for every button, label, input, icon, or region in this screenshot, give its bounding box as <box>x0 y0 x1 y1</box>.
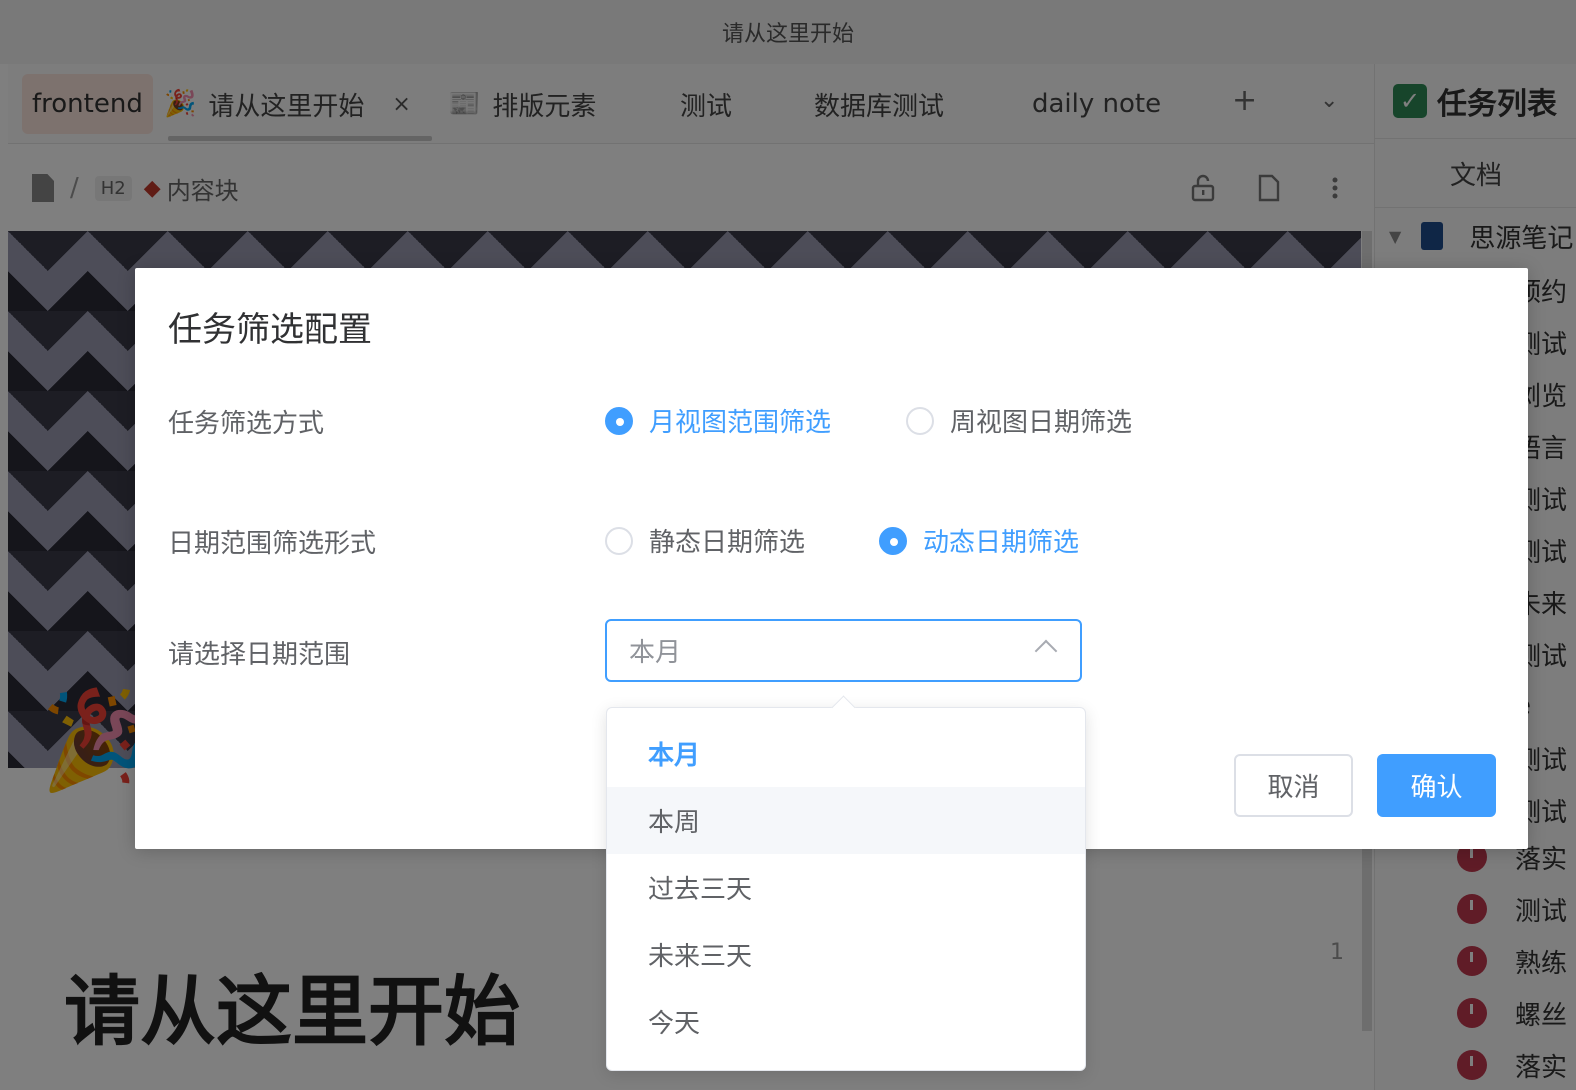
range-select-label: 请选择日期范围 <box>168 640 351 670</box>
dropdown-option[interactable]: 本周 <box>607 787 1085 854</box>
radio-dot <box>605 526 633 555</box>
radio-dot <box>605 406 633 435</box>
range-form-label: 日期范围筛选形式 <box>168 529 377 559</box>
confirm-button[interactable]: 确认 <box>1377 754 1496 817</box>
radio-dot <box>906 406 934 435</box>
dropdown-option[interactable]: 本月 <box>607 720 1085 787</box>
radio-static-date[interactable]: 静态日期筛选 <box>605 522 805 559</box>
chevron-up-icon <box>1034 639 1058 663</box>
radio-dot <box>879 526 907 555</box>
radio-dynamic-date[interactable]: 动态日期筛选 <box>879 522 1079 559</box>
radio-label: 周视图日期筛选 <box>950 408 1133 438</box>
cancel-button[interactable]: 取消 <box>1234 754 1353 817</box>
radio-label: 静态日期筛选 <box>649 528 806 558</box>
dialog-title: 任务筛选配置 <box>168 310 372 350</box>
dropdown-option[interactable]: 今天 <box>607 988 1085 1055</box>
date-range-select[interactable]: 本月 <box>605 619 1082 682</box>
app-window: 请从这里开始 frontend 🎉 请从这里开始 × 📰 排版元素 测试 数据库… <box>0 0 1576 1090</box>
filter-mode-label: 任务筛选方式 <box>168 409 325 439</box>
dropdown-option[interactable]: 未来三天 <box>607 921 1085 988</box>
select-value: 本月 <box>629 638 682 668</box>
radio-week-date[interactable]: 周视图日期筛选 <box>906 402 1132 439</box>
radio-label: 动态日期筛选 <box>923 528 1080 558</box>
date-range-dropdown: 本月 本周 过去三天 未来三天 今天 <box>606 707 1086 1071</box>
radio-month-range[interactable]: 月视图范围筛选 <box>605 402 831 439</box>
radio-label: 月视图范围筛选 <box>649 408 832 438</box>
dropdown-option[interactable]: 过去三天 <box>607 854 1085 921</box>
